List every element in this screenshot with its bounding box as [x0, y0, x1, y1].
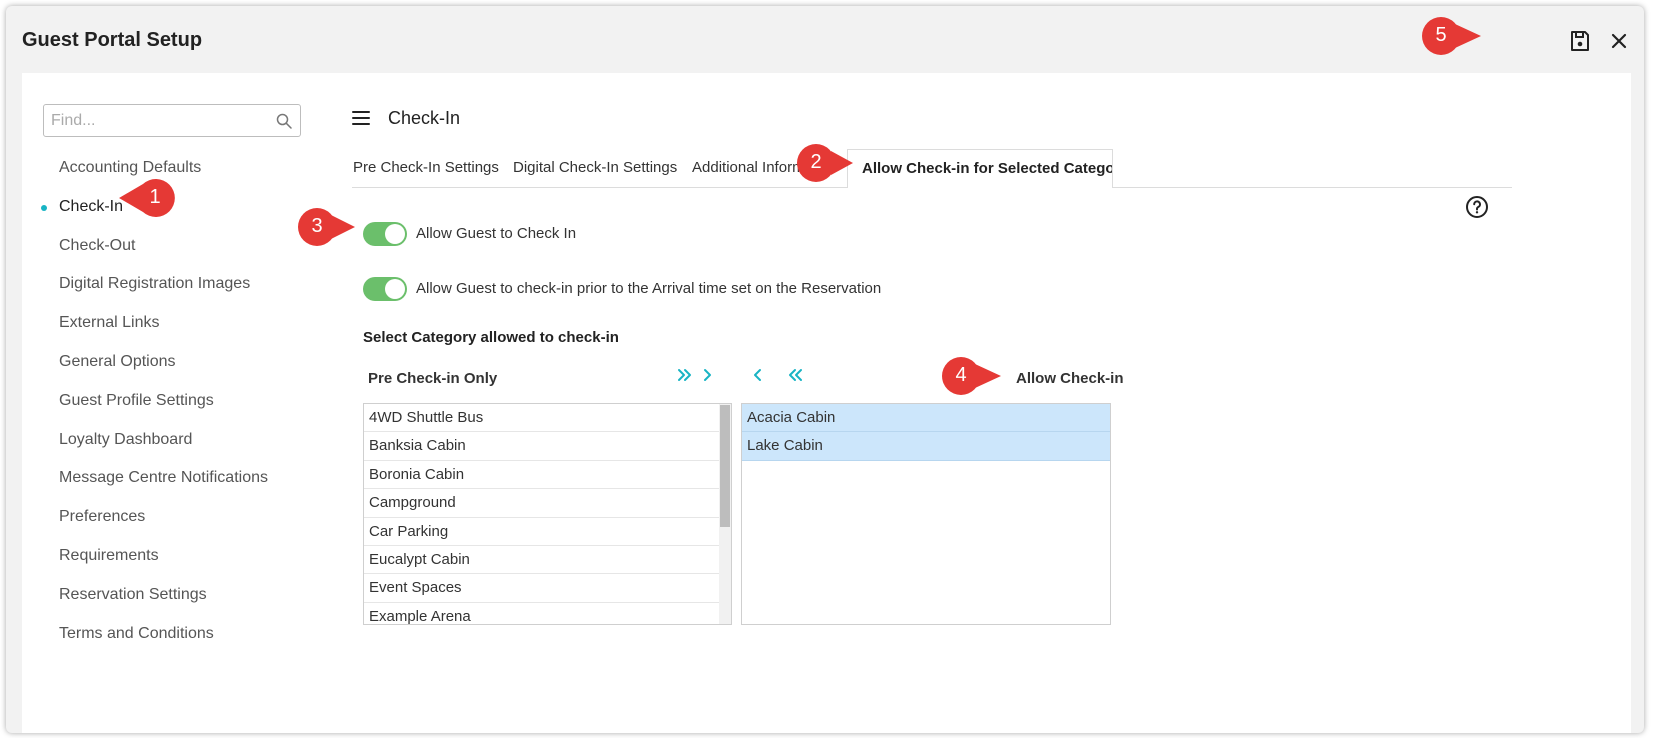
list-item[interactable]: Example Arena	[364, 603, 720, 624]
list-item[interactable]: Event Spaces	[364, 574, 720, 603]
main-panel: Check-In Pre Check-In Settings Digital C…	[325, 73, 1631, 733]
scrollbar[interactable]	[719, 404, 731, 624]
sidebar-item-requirements[interactable]: Requirements	[22, 537, 325, 576]
list-item[interactable]: Banksia Cabin	[364, 432, 720, 461]
guest-portal-setup-window: Guest Portal Setup Accounting Defaults C…	[6, 6, 1644, 733]
move-all-left-icon[interactable]	[784, 364, 806, 386]
sidebar-item-preferences[interactable]: Preferences	[22, 498, 325, 537]
callout-5-number: 5	[1435, 24, 1447, 46]
list-item[interactable]: Eucalypt Cabin	[364, 546, 720, 575]
move-all-right-icon[interactable]	[674, 364, 696, 386]
move-left-icon[interactable]	[746, 364, 768, 386]
list-item[interactable]: Car Parking	[364, 518, 720, 546]
section-label: Select Category allowed to check-in	[363, 329, 619, 346]
callout-2-number: 2	[810, 151, 822, 173]
callout-1-number: 1	[149, 186, 161, 208]
sidebar-item-check-out[interactable]: Check-Out	[22, 227, 325, 266]
sidebar-search	[43, 104, 301, 137]
sidebar-item-reservation-settings[interactable]: Reservation Settings	[22, 576, 325, 615]
allow-early-check-in-toggle[interactable]	[363, 277, 407, 301]
search-icon[interactable]	[276, 113, 292, 129]
list-item[interactable]: Boronia Cabin	[364, 461, 720, 490]
allow-check-in-list[interactable]: Acacia Cabin Lake Cabin	[741, 403, 1111, 625]
list-item[interactable]: 4WD Shuttle Bus	[364, 404, 720, 433]
right-list-header: Allow Check-in	[1016, 370, 1124, 387]
allow-guest-check-in-toggle[interactable]	[363, 222, 407, 246]
tab-digital-check-in-settings[interactable]: Digital Check-In Settings	[513, 149, 677, 187]
sidebar-item-digital-registration-images[interactable]: Digital Registration Images	[22, 265, 325, 304]
page-title: Check-In	[388, 108, 461, 128]
sidebar-item-terms-and-conditions[interactable]: Terms and Conditions	[22, 615, 325, 654]
save-icon[interactable]	[1568, 29, 1592, 53]
toggle-label: Allow Guest to Check In	[416, 225, 577, 242]
sidebar-item-guest-profile-settings[interactable]: Guest Profile Settings	[22, 382, 325, 421]
list-item[interactable]: Campground	[364, 489, 720, 518]
sidebar-item-external-links[interactable]: External Links	[22, 304, 325, 343]
settings-sidebar: Accounting Defaults Check-In Check-Out D…	[22, 73, 325, 733]
tab-pre-check-in-settings[interactable]: Pre Check-In Settings	[353, 149, 499, 187]
window-title: Guest Portal Setup	[22, 29, 203, 51]
sidebar-item-message-centre-notifications[interactable]: Message Centre Notifications	[22, 459, 325, 498]
scroll-thumb[interactable]	[720, 405, 730, 527]
help-icon[interactable]	[1465, 195, 1489, 219]
close-icon[interactable]	[1607, 29, 1631, 53]
callout-3-number: 3	[311, 215, 323, 237]
callout-4-number: 4	[955, 364, 967, 386]
tab-allow-check-in-selected-categories[interactable]: Allow Check-in for Selected Categories	[847, 149, 1113, 188]
tab-bar: Pre Check-In Settings Digital Check-In S…	[352, 149, 1512, 188]
left-list-header: Pre Check-in Only	[368, 370, 498, 387]
list-item[interactable]: Acacia Cabin	[742, 404, 1110, 433]
pre-check-in-only-list[interactable]: 4WD Shuttle Bus Banksia Cabin Boronia Ca…	[363, 403, 732, 625]
sidebar-nav: Accounting Defaults Check-In Check-Out D…	[22, 149, 325, 653]
search-input[interactable]	[49, 111, 273, 131]
toggle-label: Allow Guest to check-in prior to the Arr…	[416, 280, 882, 297]
move-right-icon[interactable]	[697, 364, 719, 386]
sidebar-item-general-options[interactable]: General Options	[22, 343, 325, 382]
sidebar-item-loyalty-dashboard[interactable]: Loyalty Dashboard	[22, 421, 325, 460]
hamburger-menu-icon[interactable]	[352, 110, 370, 126]
list-item[interactable]: Lake Cabin	[742, 432, 1110, 461]
